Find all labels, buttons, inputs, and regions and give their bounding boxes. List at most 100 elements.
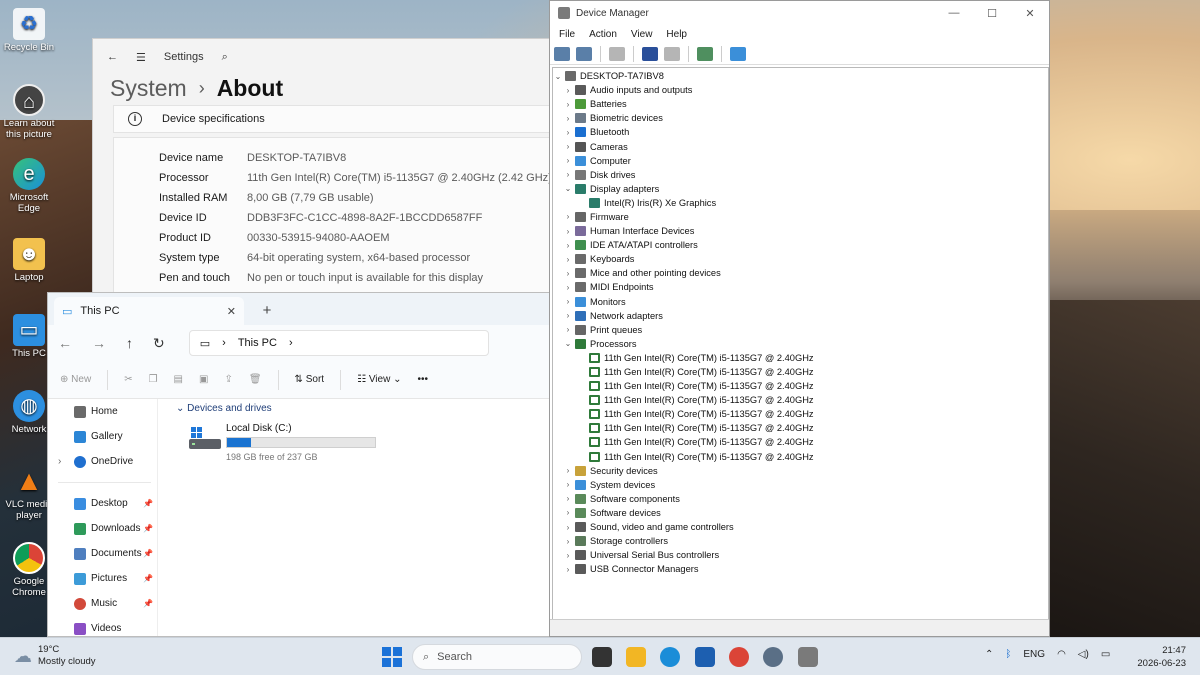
tree-node-processor[interactable]: 11th Gen Intel(R) Core(TM) i5-1135G7 @ 2… xyxy=(553,351,1048,365)
chevron-right-icon[interactable]: › xyxy=(563,142,573,151)
up-arrow-icon[interactable]: ↑ xyxy=(126,335,133,351)
tree-node-category[interactable]: › Software devices xyxy=(553,506,1048,520)
tree-node-category[interactable]: › IDE ATA/ATAPI controllers xyxy=(553,238,1048,252)
chevron-right-icon[interactable]: › xyxy=(563,283,573,292)
taskbar-store[interactable] xyxy=(695,647,715,667)
chevron-right-icon[interactable]: › xyxy=(58,456,61,467)
chevron-down-icon[interactable]: ⌄ xyxy=(563,339,573,348)
properties-icon[interactable] xyxy=(609,46,625,61)
tree-node-category[interactable]: › Monitors xyxy=(553,295,1048,309)
menu-action[interactable]: Action xyxy=(589,29,617,40)
tree-node-category[interactable]: › Mice and other pointing devices xyxy=(553,266,1048,280)
tree-node-category[interactable]: › Computer xyxy=(553,154,1048,168)
tree-node-category[interactable]: › Audio inputs and outputs xyxy=(553,83,1048,97)
sidebar-item-videos[interactable]: Videos xyxy=(48,616,157,636)
sidebar-item-home[interactable]: Home xyxy=(48,399,157,424)
taskbar-settings[interactable] xyxy=(763,647,783,667)
taskbar-device-manager[interactable] xyxy=(798,647,818,667)
wifi-icon[interactable]: ◠ xyxy=(1057,649,1066,660)
tree-node-processor[interactable]: 11th Gen Intel(R) Core(TM) i5-1135G7 @ 2… xyxy=(553,450,1048,464)
chevron-right-icon[interactable]: › xyxy=(563,114,573,123)
tree-node-device[interactable]: Intel(R) Iris(R) Xe Graphics xyxy=(553,196,1048,210)
back-arrow-icon[interactable]: ← xyxy=(107,51,118,63)
cut-icon[interactable]: ✂ xyxy=(124,374,132,385)
maximize-button[interactable]: ☐ xyxy=(973,7,1011,20)
tree-node-processor[interactable]: 11th Gen Intel(R) Core(TM) i5-1135G7 @ 2… xyxy=(553,421,1048,435)
delete-icon[interactable]: 🗑 xyxy=(249,374,262,385)
tree-node-category[interactable]: › Bluetooth xyxy=(553,125,1048,139)
refresh-icon[interactable]: ↻ xyxy=(153,335,165,352)
help-icon[interactable] xyxy=(642,46,658,61)
tree-node-processor[interactable]: 11th Gen Intel(R) Core(TM) i5-1135G7 @ 2… xyxy=(553,407,1048,421)
chevron-right-icon[interactable]: › xyxy=(563,523,573,532)
tree-node-processor[interactable]: 11th Gen Intel(R) Core(TM) i5-1135G7 @ 2… xyxy=(553,435,1048,449)
chevron-right-icon[interactable]: › xyxy=(563,297,573,306)
desktop-icon-edge[interactable]: e Microsoft Edge xyxy=(0,158,58,214)
details-icon[interactable] xyxy=(664,46,680,61)
menu-view[interactable]: View xyxy=(631,29,653,40)
breadcrumb-system[interactable]: System xyxy=(110,75,187,102)
sidebar-item-onedrive[interactable]: › OneDrive xyxy=(48,449,157,474)
minimize-button[interactable]: — xyxy=(935,7,973,20)
desktop-icon-recycle-bin[interactable]: ♻ Recycle Bin xyxy=(0,8,58,53)
start-button[interactable] xyxy=(382,647,402,667)
chevron-right-icon[interactable]: › xyxy=(563,86,573,95)
back-arrow-icon[interactable]: ← xyxy=(58,335,72,351)
tab-this-pc[interactable]: ▭ This PC ✕ xyxy=(54,297,244,325)
paste-icon[interactable]: ▤ xyxy=(174,374,183,385)
sidebar-item-documents[interactable]: Documents 📌 xyxy=(48,541,157,566)
tree-root[interactable]: ⌄ DESKTOP-TA7IBV8 xyxy=(553,69,1048,83)
chevron-right-icon[interactable]: › xyxy=(563,551,573,560)
clock[interactable]: 21:47 2026-06-23 xyxy=(1137,644,1186,670)
taskbar-edge[interactable] xyxy=(660,647,680,667)
pin-icon[interactable]: 📌 xyxy=(143,549,153,558)
forward-arrow-icon[interactable]: → xyxy=(92,335,106,351)
chevron-right-icon[interactable]: › xyxy=(563,241,573,250)
new-tab-button[interactable]: + xyxy=(254,302,280,325)
tree-node-category[interactable]: › Batteries xyxy=(553,97,1048,111)
new-button[interactable]: ⊕ New xyxy=(60,374,91,385)
taskbar-search[interactable]: ⌕ Search xyxy=(412,644,582,670)
close-button[interactable]: ✕ xyxy=(1011,7,1049,20)
chevron-right-icon[interactable]: › xyxy=(563,269,573,278)
device-specs-header[interactable]: i Device specifications xyxy=(113,105,551,133)
more-options-button[interactable]: ••• xyxy=(417,374,428,385)
tree-node-category[interactable]: › Human Interface Devices xyxy=(553,224,1048,238)
devices-group-header[interactable]: ⌄ Devices and drives xyxy=(176,403,546,414)
tree-node-category[interactable]: › Software components xyxy=(553,492,1048,506)
print-icon[interactable] xyxy=(697,46,713,61)
chevron-right-icon[interactable]: › xyxy=(563,325,573,334)
chevron-right-icon[interactable]: › xyxy=(563,170,573,179)
chevron-right-icon[interactable]: › xyxy=(563,212,573,221)
tree-node-category[interactable]: › Print queues xyxy=(553,323,1048,337)
volume-icon[interactable]: ◁) xyxy=(1078,649,1089,660)
chevron-right-icon[interactable]: › xyxy=(563,100,573,109)
tree-node-category[interactable]: › Keyboards xyxy=(553,252,1048,266)
address-bar[interactable]: ▭ › This PC › xyxy=(188,330,489,356)
chevron-right-icon[interactable]: › xyxy=(563,255,573,264)
hamburger-menu-icon[interactable]: ☰ xyxy=(136,51,146,64)
sort-button[interactable]: ⇅ Sort xyxy=(295,374,325,385)
tree-node-category[interactable]: › Security devices xyxy=(553,464,1048,478)
chevron-right-icon[interactable]: › xyxy=(563,494,573,503)
battery-icon[interactable]: ▭ xyxy=(1101,649,1110,660)
chevron-right-icon[interactable]: › xyxy=(563,565,573,574)
tree-node-processor[interactable]: 11th Gen Intel(R) Core(TM) i5-1135G7 @ 2… xyxy=(553,393,1048,407)
tree-node-category[interactable]: › USB Connector Managers xyxy=(553,562,1048,576)
chevron-right-icon[interactable]: › xyxy=(563,156,573,165)
tree-node-processor[interactable]: 11th Gen Intel(R) Core(TM) i5-1135G7 @ 2… xyxy=(553,379,1048,393)
chevron-right-icon[interactable]: › xyxy=(563,227,573,236)
tree-node-category[interactable]: › Network adapters xyxy=(553,309,1048,323)
desktop-icon-learn[interactable]: ⌂ Learn about this picture xyxy=(0,84,58,140)
chevron-right-icon[interactable]: › xyxy=(563,466,573,475)
tree-node-category[interactable]: › Disk drives xyxy=(553,168,1048,182)
tree-node-category[interactable]: › Sound, video and game controllers xyxy=(553,520,1048,534)
taskbar-file-explorer[interactable] xyxy=(626,647,646,667)
search-icon[interactable]: ⌕ xyxy=(222,51,228,64)
chevron-right-icon[interactable]: › xyxy=(563,480,573,489)
tree-node-category[interactable]: › Firmware xyxy=(553,210,1048,224)
tree-node-category[interactable]: › Storage controllers xyxy=(553,534,1048,548)
back-arrow-icon[interactable] xyxy=(554,46,570,61)
chevron-right-icon[interactable]: › xyxy=(563,508,573,517)
pin-icon[interactable]: 📌 xyxy=(143,524,153,533)
